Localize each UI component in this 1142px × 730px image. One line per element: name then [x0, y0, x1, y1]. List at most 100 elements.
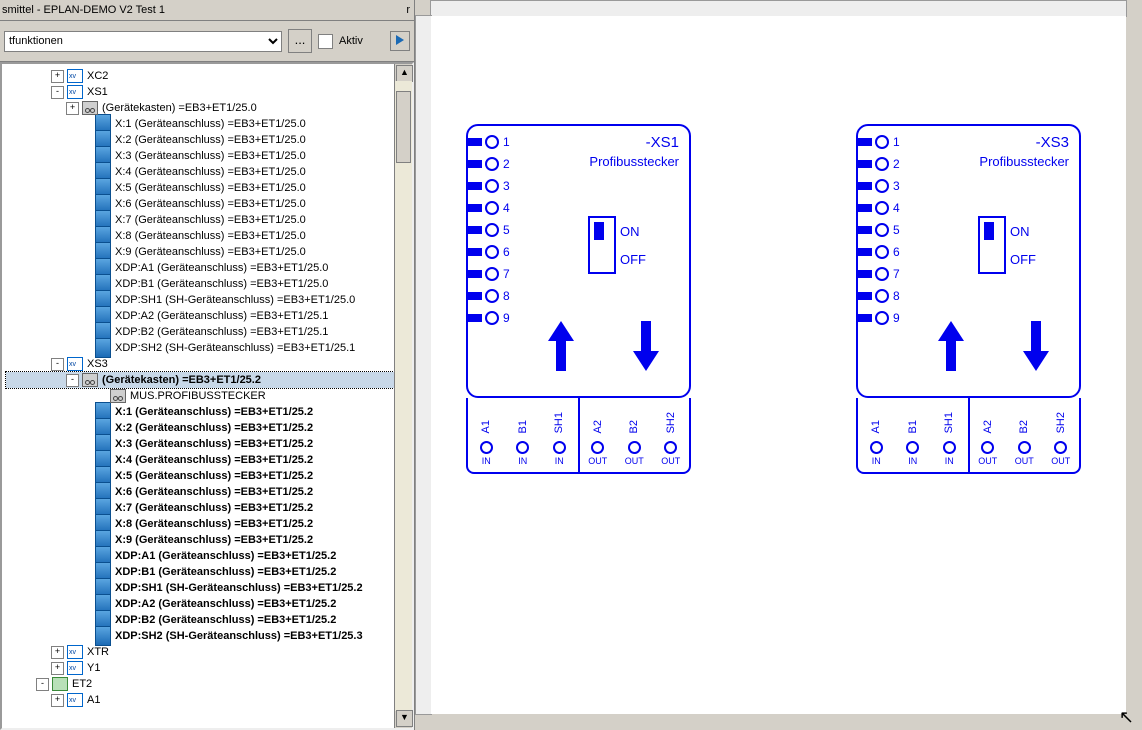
tree-node-label: X:1 (Geräteanschluss) =EB3+ET1/25.0	[115, 116, 306, 132]
terminal: SH1IN	[553, 398, 566, 472]
scroll-thumb[interactable]	[396, 91, 411, 163]
device-symbol[interactable]: 123456789-XS1ProfibussteckerONOFFA1INB1I…	[466, 124, 691, 474]
tree-node-label: X:2 (Geräteanschluss) =EB3+ET1/25.0	[115, 132, 306, 148]
device-tree[interactable]: +XC2-XS1+(Gerätekasten) =EB3+ET1/25.0X:1…	[2, 64, 412, 712]
device-symbol[interactable]: 123456789-XS3ProfibussteckerONOFFA1INB1I…	[856, 124, 1081, 474]
device-pin: 2	[856, 153, 900, 175]
tree-node[interactable]: -XS1	[6, 84, 412, 100]
xy-icon	[67, 645, 83, 659]
twisty-spacer	[81, 567, 92, 578]
tree-node[interactable]: XDP:SH2 (SH-Geräteanschluss) =EB3+ET1/25…	[6, 628, 412, 644]
close-icon[interactable]: r	[406, 4, 410, 16]
tree-node[interactable]: X:7 (Geräteanschluss) =EB3+ET1/25.2	[6, 500, 412, 516]
twisty-spacer	[81, 439, 92, 450]
tree-node[interactable]: XDP:B1 (Geräteanschluss) =EB3+ET1/25.2	[6, 564, 412, 580]
twisty-spacer	[81, 151, 92, 162]
tree-node[interactable]: X:8 (Geräteanschluss) =EB3+ET1/25.2	[6, 516, 412, 532]
expand-icon[interactable]: +	[51, 694, 64, 707]
tree-node-label: (Gerätekasten) =EB3+ET1/25.2	[102, 372, 261, 388]
aktiv-checkbox[interactable]	[318, 34, 333, 49]
tree-node-label: XDP:B2 (Geräteanschluss) =EB3+ET1/25.2	[115, 612, 336, 628]
aktiv-label: Aktiv	[339, 35, 363, 47]
navigator-panel: smittel - EPLAN-DEMO V2 Test 1 r tfunkti…	[0, 0, 415, 730]
tree-node[interactable]: XDP:A2 (Geräteanschluss) =EB3+ET1/25.2	[6, 596, 412, 612]
scroll-up-icon[interactable]: ▲	[396, 65, 413, 82]
terminal: SH2OUT	[661, 398, 680, 472]
tree-node[interactable]: XDP:B2 (Geräteanschluss) =EB3+ET1/25.2	[6, 612, 412, 628]
tree-node-label: XDP:A1 (Geräteanschluss) =EB3+ET1/25.0	[115, 260, 328, 276]
tree-node[interactable]: X:3 (Geräteanschluss) =EB3+ET1/25.2	[6, 436, 412, 452]
device-subtitle: Profibusstecker	[979, 154, 1069, 169]
expand-icon[interactable]: +	[51, 70, 64, 83]
tree-node[interactable]: +Y1	[6, 660, 412, 676]
tree-node[interactable]: X:8 (Geräteanschluss) =EB3+ET1/25.0	[6, 228, 412, 244]
collapse-icon[interactable]: -	[51, 358, 64, 371]
twisty-spacer	[81, 519, 92, 530]
cart-icon	[82, 101, 98, 115]
twisty-spacer	[81, 343, 92, 354]
collapse-icon[interactable]: -	[66, 374, 79, 387]
tree-node-label: X:7 (Geräteanschluss) =EB3+ET1/25.2	[115, 500, 313, 516]
tree-node-label: X:7 (Geräteanschluss) =EB3+ET1/25.0	[115, 212, 306, 228]
tree-node[interactable]: XDP:SH1 (SH-Geräteanschluss) =EB3+ET1/25…	[6, 292, 412, 308]
tree-node[interactable]: X:5 (Geräteanschluss) =EB3+ET1/25.0	[6, 180, 412, 196]
run-button[interactable]	[390, 31, 410, 51]
filter-select[interactable]: tfunktionen	[4, 31, 282, 52]
tree-node[interactable]: X:1 (Geräteanschluss) =EB3+ET1/25.0	[6, 116, 412, 132]
tree-node[interactable]: XDP:SH1 (SH-Geräteanschluss) =EB3+ET1/25…	[6, 580, 412, 596]
tree-node-label: X:1 (Geräteanschluss) =EB3+ET1/25.2	[115, 404, 313, 420]
tree-node[interactable]: - (Gerätekasten) =EB3+ET1/25.2	[6, 372, 412, 388]
collapse-icon[interactable]: -	[51, 86, 64, 99]
tree-node-label: XDP:SH1 (SH-Geräteanschluss) =EB3+ET1/25…	[115, 292, 355, 308]
terminal: SH1IN	[943, 398, 956, 472]
tree-node-label: X:6 (Geräteanschluss) =EB3+ET1/25.0	[115, 196, 306, 212]
device-name: -XS1	[646, 134, 679, 151]
tree-node[interactable]: XDP:B2 (Geräteanschluss) =EB3+ET1/25.1	[6, 324, 412, 340]
twisty-spacer	[81, 263, 92, 274]
tree-node[interactable]: XDP:B1 (Geräteanschluss) =EB3+ET1/25.0	[6, 276, 412, 292]
tree-node[interactable]: -XS3	[6, 356, 412, 372]
tree-node[interactable]: X:6 (Geräteanschluss) =EB3+ET1/25.0	[6, 196, 412, 212]
more-button[interactable]: ...	[288, 29, 312, 53]
tree-node[interactable]: XDP:SH2 (SH-Geräteanschluss) =EB3+ET1/25…	[6, 340, 412, 356]
expand-icon[interactable]: +	[51, 662, 64, 675]
drawing-canvas[interactable]: 123456789-XS1ProfibussteckerONOFFA1INB1I…	[431, 16, 1126, 714]
tree-node[interactable]: +XC2	[6, 68, 412, 84]
twisty-spacer	[81, 423, 92, 434]
twisty-spacer	[81, 535, 92, 546]
ruler-vertical	[415, 15, 432, 715]
tree-node[interactable]: MUS.PROFIBUSSTECKER	[6, 388, 412, 404]
dip-switch	[978, 216, 1006, 274]
tree-node[interactable]: +XTR	[6, 644, 412, 660]
tree-node[interactable]: X:9 (Geräteanschluss) =EB3+ET1/25.2	[6, 532, 412, 548]
expand-icon[interactable]: +	[51, 646, 64, 659]
tree-node[interactable]: XDP:A1 (Geräteanschluss) =EB3+ET1/25.0	[6, 260, 412, 276]
tree-node[interactable]: -ET2	[6, 676, 412, 692]
tree-node[interactable]: X:5 (Geräteanschluss) =EB3+ET1/25.2	[6, 468, 412, 484]
tree-node[interactable]: + (Gerätekasten) =EB3+ET1/25.0	[6, 100, 412, 116]
scroll-down-icon[interactable]: ▼	[396, 710, 413, 727]
tree-node[interactable]: X:2 (Geräteanschluss) =EB3+ET1/25.2	[6, 420, 412, 436]
tree-node[interactable]: XDP:A2 (Geräteanschluss) =EB3+ET1/25.1	[6, 308, 412, 324]
tree-node[interactable]: X:2 (Geräteanschluss) =EB3+ET1/25.0	[6, 132, 412, 148]
tree-node[interactable]: XDP:A1 (Geräteanschluss) =EB3+ET1/25.2	[6, 548, 412, 564]
terminal: A1IN	[480, 398, 493, 472]
tree-node[interactable]: X:9 (Geräteanschluss) =EB3+ET1/25.0	[6, 244, 412, 260]
tree-node[interactable]: X:1 (Geräteanschluss) =EB3+ET1/25.2	[6, 404, 412, 420]
tree-node[interactable]: +A1	[6, 692, 412, 708]
arrow-down-icon	[633, 321, 659, 371]
tree-node-label: XDP:A2 (Geräteanschluss) =EB3+ET1/25.2	[115, 596, 336, 612]
ruler-horizontal	[430, 0, 1127, 17]
tree-node[interactable]: X:4 (Geräteanschluss) =EB3+ET1/25.2	[6, 452, 412, 468]
tree-node[interactable]: X:7 (Geräteanschluss) =EB3+ET1/25.0	[6, 212, 412, 228]
tree-node-label: X:5 (Geräteanschluss) =EB3+ET1/25.0	[115, 180, 306, 196]
expand-icon[interactable]: +	[66, 102, 79, 115]
collapse-icon[interactable]: -	[36, 678, 49, 691]
tree-node[interactable]: X:3 (Geräteanschluss) =EB3+ET1/25.0	[6, 148, 412, 164]
tree-node-label: (Gerätekasten) =EB3+ET1/25.0	[102, 100, 257, 116]
tree-node[interactable]: X:4 (Geräteanschluss) =EB3+ET1/25.0	[6, 164, 412, 180]
twisty-spacer	[81, 247, 92, 258]
vertical-scrollbar[interactable]: ▲ ▼	[394, 64, 412, 728]
tree-node-label: MUS.PROFIBUSSTECKER	[130, 388, 266, 404]
tree-node[interactable]: X:6 (Geräteanschluss) =EB3+ET1/25.2	[6, 484, 412, 500]
